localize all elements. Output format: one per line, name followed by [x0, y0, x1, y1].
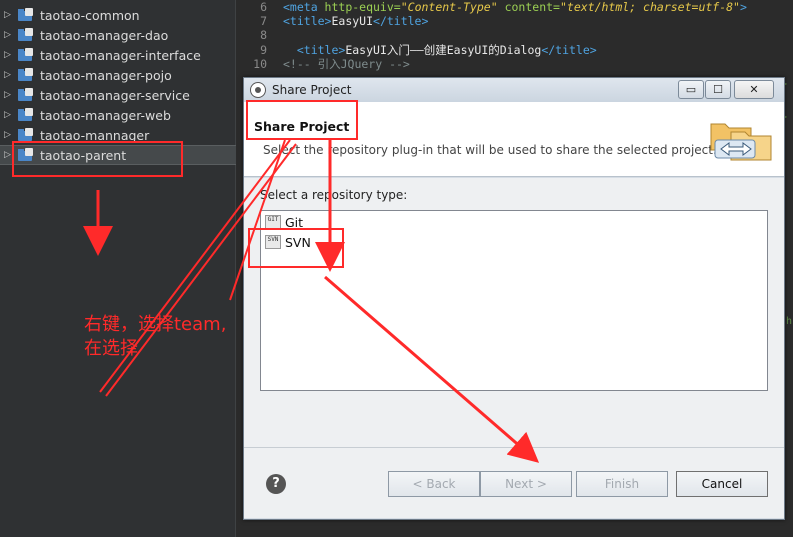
java-project-icon	[18, 8, 34, 22]
code-token: <title>	[296, 43, 346, 57]
expand-arrow-icon[interactable]: ▷	[4, 30, 12, 40]
java-project-icon	[18, 28, 34, 42]
project-item[interactable]: ▷ taotao-parent	[0, 145, 236, 165]
expand-arrow-icon[interactable]: ▷	[4, 90, 12, 100]
banner-description: Select the repository plug-in that will …	[263, 143, 717, 157]
project-item[interactable]: ▷ taotao-common	[0, 5, 236, 25]
expand-arrow-icon[interactable]: ▷	[4, 130, 12, 140]
java-project-icon	[18, 68, 34, 82]
code-token: <!-- 引入JQuery -->	[283, 57, 410, 71]
project-explorer: ▷ taotao-common ▷ taotao-manager-dao ▷ taotao…	[0, 0, 236, 537]
help-icon[interactable]: ?	[266, 474, 286, 494]
line-number: 7	[260, 14, 267, 28]
line-number: 6	[260, 0, 267, 14]
line-number: 9	[260, 43, 267, 57]
java-project-icon	[18, 108, 34, 122]
repo-item-label: SVN	[285, 234, 311, 250]
cancel-button[interactable]: Cancel	[676, 471, 768, 497]
code-token: "Content-Type"	[400, 0, 498, 14]
code-token: EasyUI入门——创建EasyUI的Dialog	[345, 43, 542, 57]
project-label: taotao-manager-web	[40, 107, 171, 123]
expand-arrow-icon[interactable]: ▷	[4, 150, 12, 160]
java-project-icon	[18, 88, 34, 102]
project-label: taotao-manager-service	[40, 87, 190, 103]
project-item[interactable]: ▷ taotao-manager-dao	[0, 25, 236, 45]
expand-arrow-icon[interactable]: ▷	[4, 50, 12, 60]
code-token: content=	[497, 0, 560, 14]
editor-bg-fragment: h	[786, 316, 793, 327]
annotation-line-2: 在选择	[84, 338, 138, 359]
code-token: </title>	[373, 14, 429, 28]
share-project-dialog: Share Project ▭ ☐ ✕ Share Project Select…	[243, 77, 785, 520]
code-line[interactable]: 10 <!-- 引入JQuery -->	[237, 56, 793, 72]
line-number: 10	[253, 57, 267, 71]
dialog-title: Share Project	[272, 83, 352, 97]
dialog-titlebar[interactable]: Share Project ▭ ☐ ✕	[244, 78, 784, 102]
maximize-button[interactable]: ☐	[705, 80, 731, 99]
project-label: taotao-manager-interface	[40, 47, 201, 63]
repository-type-label: Select a repository type:	[260, 188, 408, 202]
code-token: >	[739, 0, 747, 14]
project-item[interactable]: ▷ taotao-manager-web	[0, 105, 236, 125]
project-label: taotao-mannager	[40, 127, 150, 143]
eclipse-icon	[250, 82, 266, 98]
code-token: </title>	[541, 43, 597, 57]
annotation-line-1: 右键，选择team,	[84, 314, 227, 335]
divider	[244, 447, 784, 448]
java-project-icon	[18, 128, 34, 142]
java-project-icon	[18, 48, 34, 62]
project-label: taotao-manager-pojo	[40, 67, 172, 83]
project-item[interactable]: ▷ taotao-manager-service	[0, 85, 236, 105]
close-button[interactable]: ✕	[734, 80, 774, 99]
expand-arrow-icon[interactable]: ▷	[4, 70, 12, 80]
annotation-text: 右键，选择team, 在选择	[84, 313, 254, 361]
git-repo-icon: GIT	[265, 215, 281, 229]
project-label: taotao-parent	[40, 147, 127, 163]
minimize-button[interactable]: ▭	[678, 80, 704, 99]
project-item[interactable]: ▷ taotao-manager-interface	[0, 45, 236, 65]
repo-item-git[interactable]: GIT Git	[265, 213, 303, 231]
banner-title: Share Project	[254, 119, 350, 134]
code-token: http-equiv=	[324, 0, 401, 14]
dialog-banner: Share Project Select the repository plug…	[244, 102, 784, 177]
repository-list[interactable]: GIT Git SVN SVN	[260, 210, 768, 391]
svn-repo-icon: SVN	[265, 235, 281, 249]
project-item[interactable]: ▷ taotao-manager-pojo	[0, 65, 236, 85]
code-token: <meta	[283, 0, 325, 14]
dialog-content: Select a repository type: GIT Git SVN SV…	[244, 178, 784, 518]
expand-arrow-icon[interactable]: ▷	[4, 10, 12, 20]
line-number: 8	[260, 28, 267, 42]
share-folders-icon	[710, 123, 772, 161]
next-button[interactable]: Next >	[480, 471, 572, 497]
project-item[interactable]: ▷ taotao-mannager	[0, 125, 236, 145]
code-token: EasyUI	[331, 14, 374, 28]
expand-arrow-icon[interactable]: ▷	[4, 110, 12, 120]
java-project-icon	[18, 148, 34, 162]
finish-button[interactable]: Finish	[576, 471, 668, 497]
code-token: <title>	[283, 14, 332, 28]
project-label: taotao-manager-dao	[40, 27, 169, 43]
back-button[interactable]: < Back	[388, 471, 480, 497]
code-token: "text/html; charset=utf-8"	[559, 0, 740, 14]
repo-item-label: Git	[285, 214, 304, 230]
repo-item-svn[interactable]: SVN SVN	[265, 233, 311, 251]
project-label: taotao-common	[40, 7, 140, 23]
